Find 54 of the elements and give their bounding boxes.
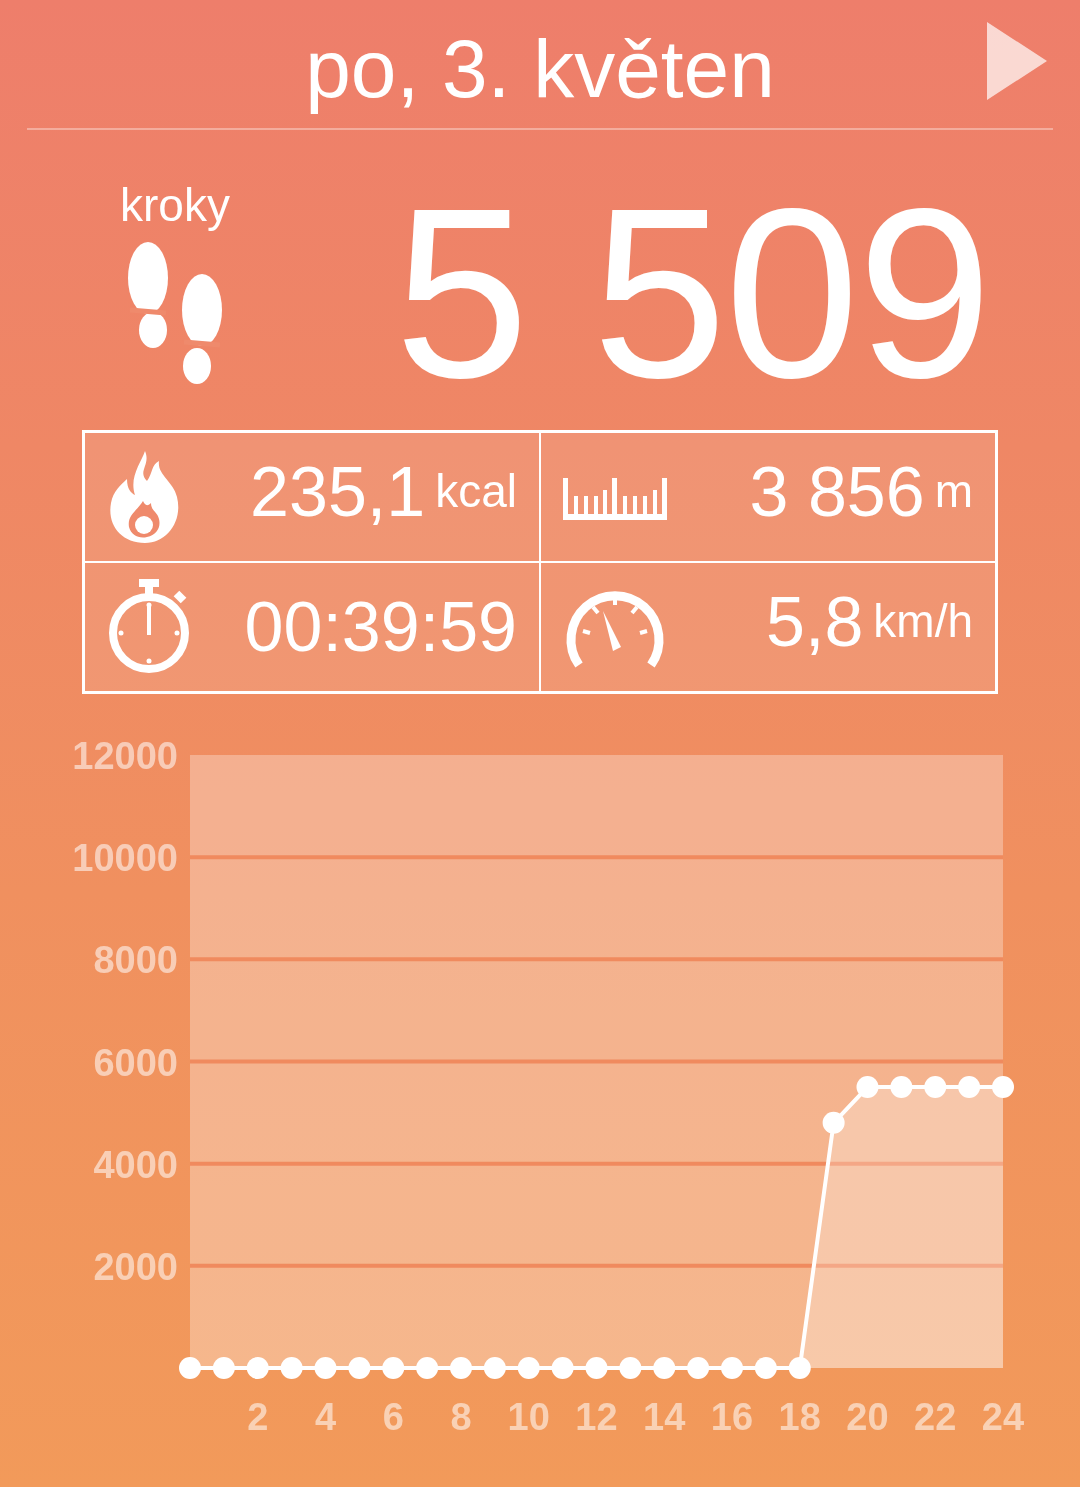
x-axis-label: 2 bbox=[247, 1396, 269, 1438]
data-point bbox=[585, 1357, 608, 1379]
y-axis-label: 8000 bbox=[93, 939, 178, 982]
stat-value: 3 856 bbox=[749, 456, 925, 533]
x-axis-label: 6 bbox=[382, 1396, 404, 1438]
data-point bbox=[890, 1076, 913, 1099]
step-count: 5 509 bbox=[394, 172, 990, 430]
data-point bbox=[754, 1357, 777, 1379]
stat-unit: kcal bbox=[435, 463, 517, 519]
data-point bbox=[450, 1357, 472, 1379]
x-axis-label: 4 bbox=[314, 1396, 337, 1438]
stat-unit: km/h bbox=[873, 593, 973, 649]
x-axis-label: 14 bbox=[643, 1396, 686, 1438]
data-point bbox=[822, 1111, 845, 1134]
data-point bbox=[551, 1357, 574, 1379]
y-axis-label: 4000 bbox=[93, 1143, 178, 1186]
data-point bbox=[992, 1076, 1014, 1099]
data-point bbox=[483, 1357, 506, 1379]
date-title: po, 3. květen bbox=[305, 22, 775, 116]
x-axis-label: 20 bbox=[846, 1396, 889, 1438]
data-point bbox=[653, 1357, 676, 1379]
y-axis-label: 10000 bbox=[72, 837, 178, 880]
data-point bbox=[924, 1076, 947, 1099]
data-point bbox=[856, 1076, 879, 1099]
data-point bbox=[517, 1357, 540, 1379]
data-point bbox=[246, 1357, 269, 1379]
data-point bbox=[348, 1357, 371, 1379]
data-point bbox=[721, 1357, 743, 1379]
data-point bbox=[179, 1357, 201, 1379]
data-point bbox=[212, 1357, 235, 1379]
x-axis-label: 10 bbox=[507, 1396, 550, 1438]
stat-value: 235,1 bbox=[250, 456, 426, 533]
data-point bbox=[382, 1357, 405, 1379]
data-point bbox=[619, 1357, 642, 1379]
stopwatch-icon bbox=[107, 579, 191, 675]
x-axis-label: 12 bbox=[575, 1396, 618, 1438]
x-axis-label: 16 bbox=[710, 1396, 754, 1438]
stat-unit: m bbox=[934, 463, 973, 519]
x-axis-label: 18 bbox=[778, 1396, 821, 1438]
y-axis-label: 6000 bbox=[93, 1041, 178, 1084]
data-point bbox=[687, 1357, 710, 1379]
data-point bbox=[788, 1357, 811, 1379]
x-axis-label: 22 bbox=[914, 1396, 957, 1438]
stat-value: 5,8 bbox=[766, 586, 864, 663]
data-point bbox=[280, 1357, 303, 1379]
next-day-button[interactable] bbox=[987, 22, 1047, 100]
x-axis-label: 24 bbox=[981, 1396, 1025, 1438]
data-point bbox=[958, 1076, 981, 1099]
y-axis-label: 2000 bbox=[93, 1245, 178, 1288]
data-point bbox=[416, 1357, 439, 1379]
y-axis-label: 12000 bbox=[72, 735, 178, 777]
data-point bbox=[314, 1357, 337, 1379]
stat-value: 00:39:59 bbox=[244, 592, 517, 662]
x-axis-label: 8 bbox=[450, 1396, 472, 1438]
